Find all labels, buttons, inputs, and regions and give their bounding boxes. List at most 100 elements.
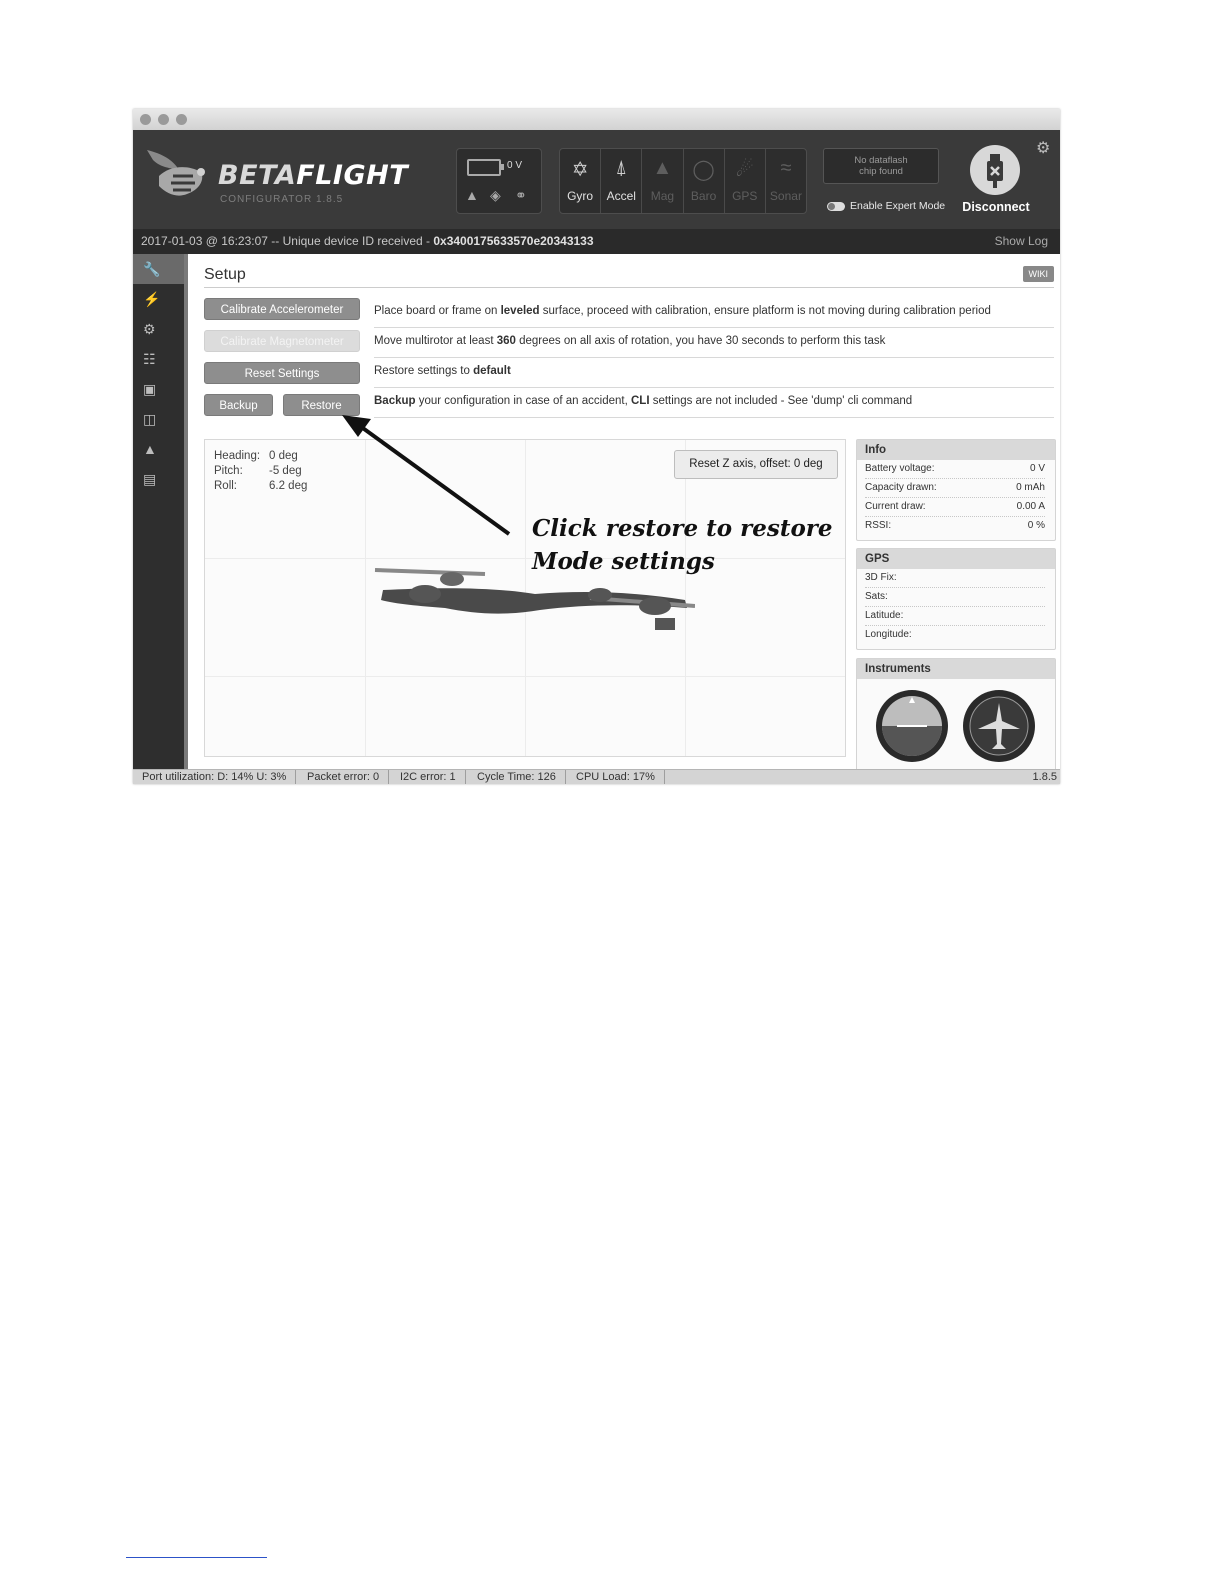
sensor-gyro: ✡ Gyro: [560, 149, 602, 213]
port-utilization: Port utilization: D: 14% U: 3%: [133, 770, 297, 784]
info-row: Capacity drawn: 0 mAh: [865, 479, 1045, 498]
sidebar-item-cli[interactable]: ▤: [133, 464, 188, 494]
reset-settings-description: Restore settings to default: [374, 365, 511, 377]
log-message: 2017-01-03 @ 16:23:07 -- Unique device I…: [141, 234, 594, 248]
footnote-rule: [126, 1557, 267, 1558]
close-window-button[interactable]: [140, 114, 151, 125]
settings-gear-icon[interactable]: ⚙: [1036, 138, 1050, 158]
attitude-indicator-icon: [876, 690, 948, 762]
battery-status: 0 V ▲ ◈ ⚭: [456, 148, 542, 214]
toggle-switch-icon[interactable]: [827, 201, 845, 211]
divider: [374, 387, 1054, 388]
pitch-readout: Pitch: -5 deg: [214, 465, 302, 477]
app-header: BETAFLIGHT CONFIGURATOR 1.8.5 0 V ▲ ◈ ⚭ …: [133, 130, 1060, 229]
battery-icon: [467, 159, 504, 176]
backup-button[interactable]: Backup: [204, 394, 273, 416]
battery-voltage: 0 V: [507, 160, 523, 171]
sensor-sonar: ≈ Sonar: [766, 149, 806, 213]
dataflash-status: No dataflash chip found: [823, 148, 939, 184]
minimize-window-button[interactable]: [158, 114, 169, 125]
gps-row: Longitude:: [865, 629, 912, 640]
sensor-gps: ☄ GPS: [725, 149, 766, 213]
title-bar: [133, 109, 1060, 131]
info-panel: Info Battery voltage: 0 V Capacity drawn:…: [856, 439, 1056, 541]
gear-icon: ⚙: [143, 321, 156, 337]
heading-readout: Heading: 0 deg: [214, 450, 298, 462]
sidebar-item-ports[interactable]: ⚡: [133, 284, 188, 314]
setup-content: Setup WIKI Calibrate Accelerometer Place…: [188, 254, 1060, 772]
model-viewport[interactable]: Heading: 0 deg Pitch: -5 deg Roll: 6.2 deg …: [204, 439, 846, 757]
gps-row: 3D Fix:: [865, 569, 1045, 588]
device-id: 0x3400175633570e20343133: [433, 234, 594, 248]
packet-error: Packet error: 0: [298, 770, 390, 784]
wrench-icon: 🔧: [143, 261, 161, 277]
expert-mode-toggle[interactable]: Enable Expert Mode: [827, 200, 945, 212]
sidebar-item-motors[interactable]: ▲: [133, 434, 188, 464]
failsafe-icon: ◈: [490, 187, 501, 203]
app-window: BETAFLIGHT CONFIGURATOR 1.8.5 0 V ▲ ◈ ⚭ …: [133, 109, 1060, 784]
heading-indicator-icon: [963, 690, 1035, 762]
link-icon: ⚭: [515, 187, 527, 203]
disconnect-button[interactable]: Disconnect: [959, 200, 1033, 214]
sidebar-item-setup[interactable]: 🔧: [133, 254, 188, 284]
app-version-subtitle: CONFIGURATOR 1.8.5: [220, 194, 344, 205]
sensor-accel: ⍋ Accel: [601, 149, 643, 213]
sidebar-item-pid-tuning[interactable]: ☷: [133, 344, 188, 374]
app-logo-text: BETAFLIGHT: [218, 160, 409, 191]
show-log-link[interactable]: Show Log: [995, 229, 1048, 254]
cpu-load: CPU Load: 17%: [567, 770, 665, 784]
gyro-icon: ✡: [571, 159, 589, 181]
divider: [204, 287, 1054, 288]
callout-arrow: [342, 415, 511, 536]
sidebar: 🔧 ⚡ ⚙ ☷ ▣ ◫ ▲ ▤: [133, 254, 188, 769]
restore-callout: Click restore to restore Mode settings: [532, 515, 833, 575]
plug-icon: ⚡: [143, 291, 161, 307]
info-row: Battery voltage: 0 V: [865, 460, 1045, 479]
sonar-icon: ≈: [780, 157, 792, 179]
instruments-panel-title: Instruments: [857, 659, 1055, 679]
sidebar-item-modes[interactable]: ◫: [133, 404, 188, 434]
page-title: Setup: [204, 266, 246, 283]
wiki-button[interactable]: WIKI: [1022, 266, 1054, 282]
reset-z-axis-button[interactable]: Reset Z axis, offset: 0 deg: [674, 450, 838, 479]
sitemap-icon: ☷: [143, 351, 156, 367]
sensor-status-bar: ✡ Gyro ⍋ Accel ▲ Mag ◯ Baro ☄ GPS ≈ Sona…: [559, 148, 807, 214]
accel-icon: ⍋: [615, 157, 628, 179]
warning-icon: ▲: [465, 187, 479, 203]
info-row: RSSI: 0 %: [865, 520, 1045, 531]
terminal-icon: ▤: [143, 471, 157, 487]
usb-disconnect-icon[interactable]: [970, 145, 1020, 195]
gps-row: Sats:: [865, 588, 1045, 607]
i2c-error: I2C error: 1: [391, 770, 466, 784]
calibrate-accel-description: Place board or frame on leveled surface,…: [374, 305, 991, 317]
status-bar: Port utilization: D: 14% U: 3% Packet er…: [133, 769, 1060, 784]
gps-row: Latitude:: [865, 607, 1045, 626]
baro-icon: ◯: [692, 159, 715, 181]
sensor-baro: ◯ Baro: [684, 149, 725, 213]
mag-icon: ▲: [652, 157, 673, 179]
robot-icon: ▣: [143, 381, 157, 397]
info-panel-title: Info: [857, 440, 1055, 460]
reset-settings-button[interactable]: Reset Settings: [204, 362, 360, 384]
sidebar-item-receiver[interactable]: ▣: [133, 374, 188, 404]
roll-readout: Roll: 6.2 deg: [214, 480, 308, 492]
backup-description: Backup your configuration in case of an …: [374, 395, 913, 407]
calibrate-mag-description: Move multirotor at least 360 degrees on …: [374, 335, 886, 347]
toggles-icon: ◫: [143, 411, 157, 427]
sensor-mag: ▲ Mag: [642, 149, 684, 213]
cycle-time: Cycle Time: 126: [468, 770, 566, 784]
calibrate-accelerometer-button[interactable]: Calibrate Accelerometer: [204, 298, 360, 320]
info-row: Current draw: 0.00 A: [865, 498, 1045, 517]
expert-mode-label: Enable Expert Mode: [850, 200, 946, 212]
calibrate-magnetometer-button[interactable]: Calibrate Magnetometer: [204, 330, 360, 352]
maximize-window-button[interactable]: [176, 114, 187, 125]
firmware-version: 1.8.5: [1032, 771, 1057, 783]
gps-panel-title: GPS: [857, 549, 1055, 569]
log-bar: 2017-01-03 @ 16:23:07 -- Unique device I…: [133, 229, 1060, 254]
gps-icon: ☄: [735, 159, 754, 181]
gps-panel: GPS 3D Fix: Sats: Latitude: Longitude:: [856, 548, 1056, 650]
bee-logo-icon: [147, 150, 205, 196]
sidebar-item-configuration[interactable]: ⚙: [133, 314, 188, 344]
restore-button[interactable]: Restore: [283, 394, 360, 416]
motor-icon: ▲: [143, 441, 157, 457]
